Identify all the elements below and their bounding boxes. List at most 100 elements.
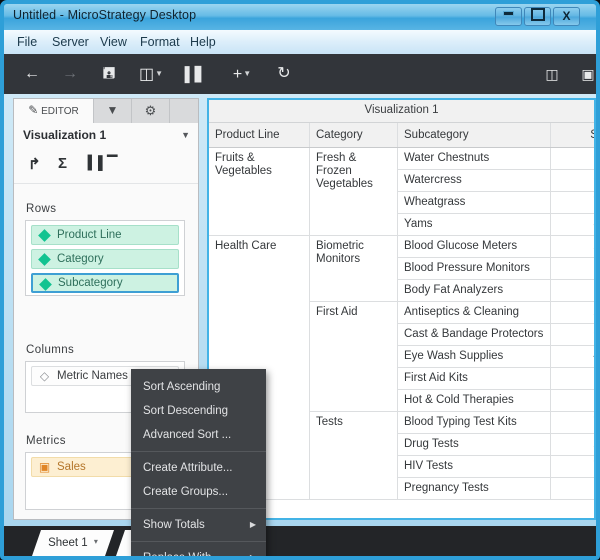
context-menu-item-advanced-sort[interactable]: Advanced Sort ...	[131, 423, 266, 447]
editor-panel-tabs: ✎ EDITOR ▼ ⚙	[14, 99, 198, 124]
metric-icon: ▣	[38, 460, 51, 474]
cell-subcategory: Eye Wash Supplies	[397, 345, 551, 368]
chevron-down-icon: ▼	[155, 69, 164, 78]
cell-subcategory: Body Fat Analyzers	[397, 279, 551, 302]
minimize-button[interactable]	[495, 7, 522, 26]
context-menu-item-replace-with[interactable]: Replace With ▶	[131, 546, 266, 556]
cell-sales: 495	[550, 257, 594, 280]
refresh-icon[interactable]: ↻	[272, 62, 296, 86]
cell-sales: 6700	[550, 169, 594, 192]
context-menu-item-create-groups[interactable]: Create Groups...	[131, 480, 266, 504]
cell-sales: 7193	[550, 191, 594, 214]
chevron-down-icon: ▼	[243, 69, 252, 78]
sheet-tab-label: Sheet 1	[48, 537, 88, 549]
grid-header-row: Product Line Category Subcategory Sales	[209, 123, 594, 148]
cell-sales: 6701	[550, 147, 594, 170]
cell-subcategory: Drug Tests	[397, 433, 551, 456]
tag-icon: ◇	[39, 369, 50, 383]
context-menu-item-sort-descending[interactable]: Sort Descending	[131, 399, 266, 423]
filter-funnel-icon: ▼	[106, 103, 119, 117]
context-menu-separator	[131, 541, 266, 542]
gear-icon: ⚙	[144, 103, 157, 118]
table-row[interactable]: Health Care Biometric Monitors Blood Glu…	[209, 235, 594, 500]
attribute-diamond-icon	[38, 229, 51, 242]
swap-rows-columns-icon[interactable]: ↱	[28, 155, 41, 173]
cell-subcategory: Hot & Cold Therapies	[397, 389, 551, 412]
cell-category: Tests	[309, 411, 398, 500]
attribute-diamond-icon	[38, 253, 51, 266]
cell-sales: 7337	[550, 411, 594, 434]
cell-category: Biometric Monitors	[309, 235, 398, 302]
context-menu-separator	[131, 508, 266, 509]
save-floppy-icon[interactable]: 🖪	[98, 62, 120, 86]
shelf-item-subcategory[interactable]: Subcategory	[31, 273, 179, 293]
undo-arrow-icon[interactable]: ←	[20, 62, 44, 86]
data-grid: Product Line Category Subcategory Sales …	[209, 123, 594, 500]
menu-item-server[interactable]: Server	[47, 34, 94, 50]
table-row[interactable]: Fruits & Vegetables Fresh & Frozen Veget…	[209, 147, 594, 236]
cell-subcategory: Water Chestnuts	[397, 147, 551, 170]
cell-sales: 7336	[550, 455, 594, 478]
tab-settings[interactable]: ⚙	[132, 99, 170, 123]
share-icon[interactable]: ◫	[540, 62, 564, 86]
close-button[interactable]: X	[553, 7, 580, 26]
maximize-button[interactable]	[524, 7, 551, 26]
cell-subcategory: Pregnancy Tests	[397, 477, 551, 500]
shelf-label-columns: Columns	[26, 344, 75, 356]
menu-item-file[interactable]: File	[12, 34, 42, 50]
cell-product-line: Fruits & Vegetables	[209, 147, 310, 236]
cell-sales: 4527	[550, 345, 594, 368]
cell-subcategory: HIV Tests	[397, 455, 551, 478]
cell-subcategory: Wheatgrass	[397, 191, 551, 214]
cell-sales: 516	[550, 389, 594, 412]
column-header-subcategory[interactable]: Subcategory	[397, 123, 551, 148]
totals-sigma-icon[interactable]: Σ	[58, 155, 67, 172]
shelf-item-category[interactable]: Category	[31, 249, 179, 269]
visualization-selector[interactable]: Visualization 1 ▼	[14, 123, 198, 150]
shelf-rows[interactable]: Product Line Category Subcategory	[25, 220, 185, 296]
context-menu-separator	[131, 451, 266, 452]
attribute-diamond-icon	[39, 278, 52, 291]
add-data-icon[interactable]: ◫▼	[134, 62, 168, 86]
context-menu: Sort Ascending Sort Descending Advanced …	[131, 369, 266, 556]
cell-sales: 8515	[550, 213, 594, 236]
sheet-tab-sheet-1[interactable]: Sheet 1 ▾	[32, 530, 114, 556]
chevron-down-icon: ▼	[181, 130, 190, 140]
insert-plus-icon[interactable]: +▼	[226, 62, 258, 86]
redo-arrow-icon[interactable]: →	[58, 62, 82, 86]
menu-item-help[interactable]: Help	[185, 34, 221, 50]
cell-subcategory: Blood Glucose Meters	[397, 235, 551, 258]
application-window: Untitled - MicroStrategy Desktop X File …	[0, 0, 600, 560]
grid-scroll-area[interactable]: Product Line Category Subcategory Sales …	[209, 123, 594, 518]
cell-sales: 1680	[550, 477, 594, 500]
chart-type-icon[interactable]: ▍▌▔	[88, 155, 117, 171]
shelf-item-label: Subcategory	[58, 277, 123, 289]
column-header-product-line[interactable]: Product Line	[209, 123, 310, 148]
editor-panel-icon-row: ↱ Σ ▍▌▔	[14, 149, 198, 184]
cell-sales: 2246	[550, 235, 594, 258]
context-menu-item-label: Show Totals	[143, 519, 205, 531]
menu-item-view[interactable]: View	[95, 34, 132, 50]
cell-sales: 496	[550, 279, 594, 302]
context-menu-item-sort-ascending[interactable]: Sort Ascending	[131, 375, 266, 399]
cell-sales: 6206	[550, 323, 594, 346]
cell-sales: 2954	[550, 301, 594, 324]
present-icon[interactable]: ▣	[576, 62, 596, 86]
column-header-sales[interactable]: Sales	[550, 123, 594, 148]
tab-editor[interactable]: ✎ EDITOR	[14, 99, 94, 123]
cell-subcategory: First Aid Kits	[397, 367, 551, 390]
shelf-item-label: Product Line	[57, 229, 122, 241]
cell-sales: 2552	[550, 433, 594, 456]
shelf-item-product-line[interactable]: Product Line	[31, 225, 179, 245]
context-menu-item-show-totals[interactable]: Show Totals ▶	[131, 513, 266, 537]
column-header-category[interactable]: Category	[309, 123, 398, 148]
tab-filter[interactable]: ▼	[94, 99, 132, 123]
add-visualization-icon[interactable]: ▌▋	[182, 62, 208, 86]
cell-subcategory: Blood Typing Test Kits	[397, 411, 551, 434]
context-menu-item-create-attribute[interactable]: Create Attribute...	[131, 456, 266, 480]
menu-item-format[interactable]: Format	[135, 34, 185, 50]
chevron-down-icon: ▾	[93, 537, 98, 546]
shelf-item-label: Sales	[57, 461, 86, 473]
cell-subcategory: Watercress	[397, 169, 551, 192]
cell-subcategory: Antiseptics & Cleaning	[397, 301, 551, 324]
